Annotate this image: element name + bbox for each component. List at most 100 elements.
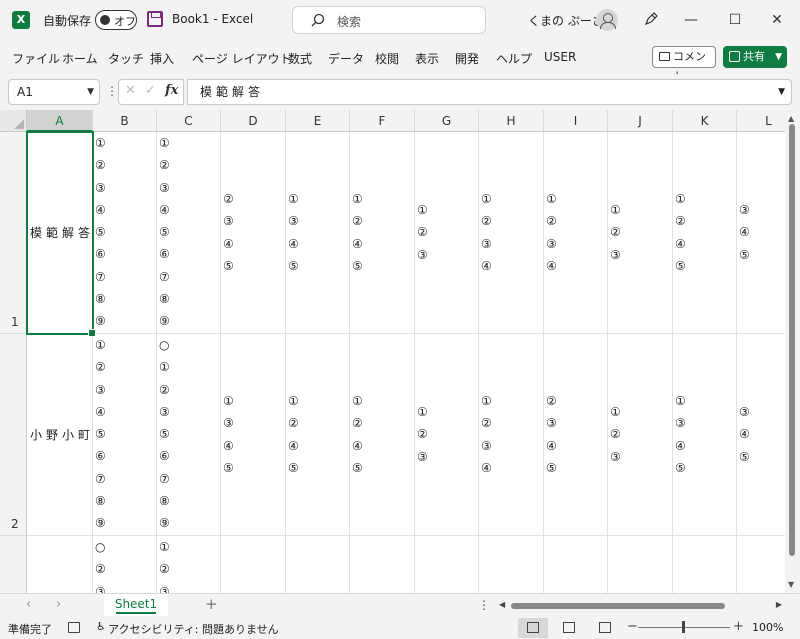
autosave-toggle[interactable]: オフ	[95, 10, 137, 30]
cell-f2[interactable]: ① ② ④ ⑤	[350, 334, 415, 536]
scroll-right-icon[interactable]: ▶	[776, 600, 782, 609]
zoom-in-button[interactable]: +	[733, 619, 744, 634]
cell-a3[interactable]	[27, 536, 93, 593]
avatar[interactable]	[596, 9, 618, 31]
maximize-button[interactable]: ☐	[722, 8, 748, 32]
row-header[interactable]	[0, 536, 27, 593]
accessibility-icon[interactable]: ♿	[96, 620, 106, 633]
cell-j1[interactable]: ① ② ③	[608, 132, 673, 334]
tab-home[interactable]: ホーム	[62, 50, 98, 67]
page-layout-view-button[interactable]	[554, 618, 584, 638]
horizontal-scroll-thumb[interactable]	[511, 603, 725, 609]
tab-review[interactable]: 校閲	[375, 50, 399, 67]
column-header[interactable]: F	[350, 110, 415, 132]
tab-file[interactable]: ファイル	[12, 50, 60, 67]
cell-e3[interactable]	[286, 536, 350, 593]
formula-input[interactable]: 模範解答 ▼	[187, 79, 792, 105]
normal-view-button[interactable]	[518, 618, 548, 638]
tab-view[interactable]: 表示	[415, 50, 439, 67]
cell-d1[interactable]: ② ③ ④ ⑤	[221, 132, 286, 334]
zoom-level[interactable]: 100%	[752, 621, 783, 634]
column-header[interactable]: L	[737, 110, 785, 132]
cell-h2[interactable]: ① ② ③ ④	[479, 334, 544, 536]
scroll-down-icon[interactable]: ▼	[788, 580, 794, 589]
tab-data[interactable]: データ	[328, 50, 364, 67]
worksheet-grid[interactable]: A B C D E F G H I J K L 1 2 模範解答 ① ② ③ ④…	[0, 110, 785, 593]
cell-f3[interactable]	[350, 536, 415, 593]
column-header[interactable]: K	[673, 110, 737, 132]
cell-e2[interactable]: ① ② ④ ⑤	[286, 334, 350, 536]
cell-e1[interactable]: ① ③ ④ ⑤	[286, 132, 350, 334]
vertical-scrollbar[interactable]: ▲ ▼	[785, 110, 800, 593]
more-options-icon[interactable]: ⋮	[106, 84, 118, 98]
cell-l2[interactable]: ③ ④ ⑤	[737, 334, 785, 536]
cell-g3[interactable]	[415, 536, 479, 593]
cell-i2[interactable]: ② ③ ④ ⑤	[544, 334, 608, 536]
tab-insert[interactable]: 挿入	[150, 50, 174, 67]
column-header[interactable]: I	[544, 110, 608, 132]
macro-recording-icon[interactable]	[68, 622, 80, 633]
column-header[interactable]: H	[479, 110, 544, 132]
cell-h1[interactable]: ① ② ③ ④	[479, 132, 544, 334]
cell-l1[interactable]: ③ ④ ⑤	[737, 132, 785, 334]
cell-l3[interactable]	[737, 536, 785, 593]
horizontal-scrollbar[interactable]: ◀ ▶	[497, 599, 784, 613]
accessibility-status[interactable]: アクセシビリティ: 問題ありません	[108, 621, 279, 637]
insert-function-icon[interactable]: fx	[165, 83, 178, 98]
cell-b3[interactable]: ○ ② ③	[93, 536, 157, 593]
more-options-icon[interactable]: ⋮	[478, 598, 490, 612]
zoom-out-button[interactable]: −	[627, 619, 638, 634]
column-header[interactable]: E	[286, 110, 350, 132]
tab-help[interactable]: ヘルプ	[496, 50, 532, 67]
cell-c1[interactable]: ① ② ③ ④ ⑤ ⑥ ⑦ ⑧ ⑨	[157, 132, 221, 334]
enter-icon[interactable]: ✓	[145, 83, 156, 98]
cell-f1[interactable]: ① ② ④ ⑤	[350, 132, 415, 334]
column-header[interactable]: B	[93, 110, 157, 132]
cell-j3[interactable]	[608, 536, 673, 593]
cancel-icon[interactable]: ✕	[125, 83, 136, 98]
chevron-left-icon[interactable]: ‹	[26, 597, 31, 612]
chevron-right-icon[interactable]: ›	[56, 597, 61, 612]
cell-i1[interactable]: ① ② ③ ④	[544, 132, 608, 334]
share-button[interactable]: 共有 ▼	[723, 46, 787, 68]
page-break-view-button[interactable]	[590, 618, 620, 638]
cell-k1[interactable]: ① ② ④ ⑤	[673, 132, 737, 334]
cell-d3[interactable]	[221, 536, 286, 593]
tab-developer[interactable]: 開発	[455, 50, 479, 67]
vertical-scroll-thumb[interactable]	[789, 124, 795, 556]
cell-g2[interactable]: ① ② ③	[415, 334, 479, 536]
cell-k3[interactable]	[673, 536, 737, 593]
cell-k2[interactable]: ① ③ ④ ⑤	[673, 334, 737, 536]
search-box[interactable]: 検索	[292, 6, 486, 34]
cell-b1[interactable]: ① ② ③ ④ ⑤ ⑥ ⑦ ⑧ ⑨	[93, 132, 157, 334]
cell-c2[interactable]: ○ ① ② ③ ⑤ ⑥ ⑦ ⑧ ⑨	[157, 334, 221, 536]
chevron-down-icon[interactable]: ▼	[87, 80, 94, 104]
pen-icon[interactable]	[643, 11, 659, 27]
column-header[interactable]: G	[415, 110, 479, 132]
cell-i3[interactable]	[544, 536, 608, 593]
tab-formulas[interactable]: 数式	[288, 50, 312, 67]
scroll-up-icon[interactable]: ▲	[788, 114, 794, 123]
column-header[interactable]: J	[608, 110, 673, 132]
add-sheet-button[interactable]: +	[205, 595, 218, 613]
tab-page-layout[interactable]: ページ レイアウト	[192, 50, 292, 67]
save-icon[interactable]	[147, 11, 163, 27]
close-button[interactable]: ✕	[764, 8, 790, 32]
row-header[interactable]: 1	[0, 132, 27, 334]
cell-b2[interactable]: ① ② ③ ④ ⑤ ⑥ ⑦ ⑧ ⑨	[93, 334, 157, 536]
name-box[interactable]: A1 ▼	[8, 79, 100, 105]
cell-d2[interactable]: ① ③ ④ ⑤	[221, 334, 286, 536]
comments-button[interactable]: コメント	[652, 46, 716, 83]
row-header[interactable]: 2	[0, 334, 27, 536]
tab-touch[interactable]: タッチ	[108, 50, 144, 67]
sheet-tab[interactable]: Sheet1	[104, 594, 168, 616]
cell-j2[interactable]: ① ② ③	[608, 334, 673, 536]
cell-g1[interactable]: ① ② ③	[415, 132, 479, 334]
column-header[interactable]: A	[27, 110, 93, 132]
tab-user[interactable]: USER	[544, 50, 576, 64]
cell-c3[interactable]: ① ② ③	[157, 536, 221, 593]
zoom-slider-thumb[interactable]	[682, 621, 685, 633]
column-header[interactable]: C	[157, 110, 221, 132]
scroll-left-icon[interactable]: ◀	[499, 600, 505, 609]
minimize-button[interactable]: —	[678, 8, 704, 32]
